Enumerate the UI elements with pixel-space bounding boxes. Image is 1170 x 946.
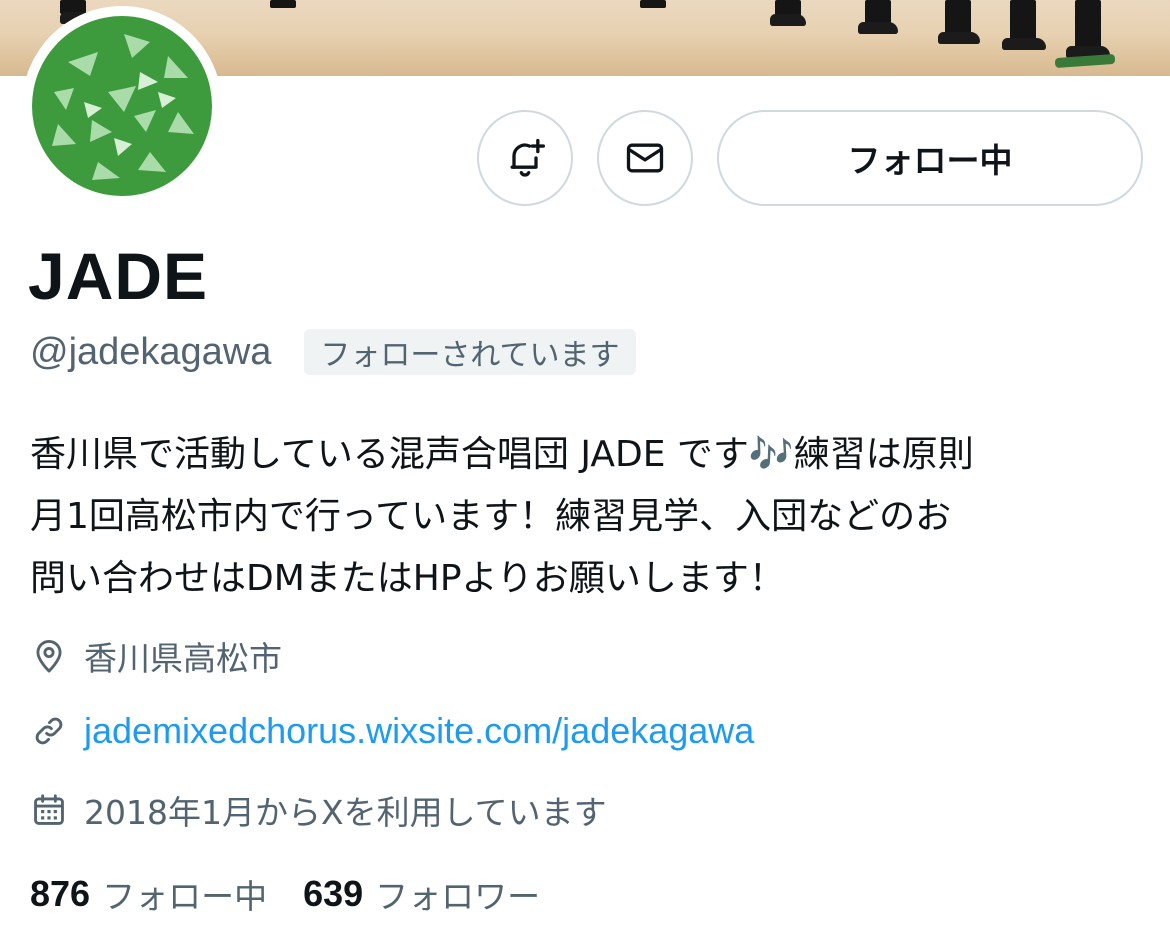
banner-figure [1010,0,1036,40]
profile-website[interactable]: jademixedchorus.wixsite.com/jadekagawa [30,710,754,752]
banner-figure [938,32,980,44]
location-text: 香川県高松市 [84,639,282,678]
username-handle: @jadekagawa [30,330,272,373]
following-count: 876 [30,873,91,914]
banner-figure [1002,38,1046,50]
calendar-icon [30,791,68,829]
follow-stats: 876 フォロー中 639 フォロワー [30,870,540,918]
profile-bio: 香川県で活動している混声合唱団 JADE です🎶練習は原則 月1回高松市内で行っ… [30,424,1150,610]
bio-line: 香川県で活動している混声合唱団 JADE です🎶練習は原則 [30,434,974,475]
handle-row: @jadekagawa フォローされています [30,328,636,376]
following-label: フォロー中 [102,877,268,916]
profile-page: フォロー中 JADE @jadekagawa フォローされています 香川県で活動… [0,0,1170,946]
banner-figure [945,0,971,34]
profile-location: 香川県高松市 [30,632,282,680]
notify-button[interactable] [477,110,573,206]
banner-figure [1075,0,1101,48]
message-button[interactable] [597,110,693,206]
display-name: JADE [28,239,209,313]
bell-plus-icon [510,138,545,177]
website-link[interactable]: jademixedchorus.wixsite.com/jadekagawa [84,710,754,752]
follows-you-badge: フォローされています [304,329,636,375]
banner-figure [640,0,666,8]
banner-figure [770,14,806,26]
followers-count: 639 [303,873,364,914]
joined-text: 2018年1月からXを利用しています [84,793,607,832]
following-button[interactable]: フォロー中 [717,110,1143,206]
following-stat[interactable]: 876 フォロー中 [30,870,267,918]
avatar[interactable] [22,6,222,206]
link-icon [30,712,68,750]
followers-label: フォロワー [375,877,541,916]
profile-joined: 2018年1月からXを利用しています [30,786,607,834]
followers-stat[interactable]: 639 フォロワー [303,870,540,918]
jade-logo-icon [32,16,212,196]
avatar-image [28,12,216,200]
banner-figure [858,22,898,34]
envelope-icon [626,143,664,173]
banner-figure [865,0,891,24]
bio-line: 問い合わせはDMまたはHPよりお願いします！ [30,558,785,599]
banner-figure [270,0,296,8]
location-pin-icon [30,637,68,675]
bio-line: 月1回高松市内で行っています！練習見学、入団などのお [30,496,952,537]
